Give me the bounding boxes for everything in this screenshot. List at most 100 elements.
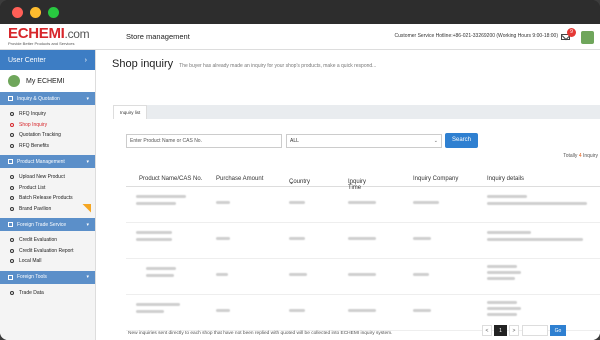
- pager-go-button[interactable]: Go: [550, 325, 566, 336]
- bullet-icon: [10, 185, 14, 190]
- bullet-icon: [10, 175, 14, 180]
- sidebar-item-quotation-tracking[interactable]: Quotation Tracking: [0, 130, 95, 141]
- section-label: Foreign Tools: [17, 274, 47, 280]
- sidebar-item-label: Batch Release Products: [19, 195, 73, 202]
- pager-page-1[interactable]: 1: [494, 325, 507, 336]
- totals-number: 4: [578, 153, 582, 159]
- sidebar-section-inquiry[interactable]: Inquiry & Quotation ▾: [0, 92, 95, 105]
- section-label: Product Management: [17, 158, 65, 165]
- sidebar-item-label: Quotation Tracking: [19, 132, 61, 139]
- totals-prefix: Totally: [563, 153, 578, 159]
- bullet-icon: [10, 238, 14, 243]
- sidebar-item-label: Product List: [19, 184, 46, 191]
- sidebar-item-trade-data[interactable]: Trade Data: [0, 288, 95, 299]
- table-row[interactable]: [126, 187, 600, 223]
- user-center-label: User Center: [8, 56, 46, 64]
- app-content: ECHEMI.com Provide Better Products and S…: [0, 24, 600, 340]
- totals-count: Totally 4 Inquiry: [563, 153, 598, 159]
- hotline-text: Customer Service Hotline:+86-021-3326920…: [394, 33, 558, 39]
- logo-suffix: .com: [64, 27, 90, 41]
- bullet-icon: [10, 259, 14, 264]
- avatar[interactable]: [581, 31, 594, 44]
- top-bar: ECHEMI.com Provide Better Products and S…: [0, 24, 600, 50]
- chevron-down-icon: ⌄: [289, 180, 295, 186]
- close-window-button[interactable]: [12, 6, 23, 18]
- col-inquiry-details: Inquiry details: [487, 176, 525, 182]
- chevron-down-icon: ⌄: [348, 180, 354, 186]
- bullet-icon: [10, 206, 14, 211]
- search-button[interactable]: Search: [445, 133, 478, 148]
- totals-suffix: Inquiry: [582, 153, 598, 159]
- tab-bar: Inquiry list: [113, 105, 600, 119]
- sidebar-item-shop-inquiry[interactable]: Shop Inquiry: [0, 120, 95, 131]
- sidebar-item-label: RFQ Benefits: [19, 142, 50, 149]
- table-row[interactable]: [126, 223, 600, 259]
- sidebar-item-batch-release[interactable]: Batch Release Products: [0, 193, 95, 204]
- page-description: The buyer has already made an inquiry fo…: [179, 63, 377, 69]
- tools-icon: [8, 274, 13, 280]
- minimize-window-button[interactable]: [30, 6, 41, 18]
- my-echemi-label: My ECHEMI: [26, 77, 65, 85]
- section-label: Inquiry & Quotation: [17, 95, 60, 102]
- echemi-logo[interactable]: ECHEMI.com Provide Better Products and S…: [0, 26, 96, 46]
- sidebar-item-brand-pavilion[interactable]: Brand Pavilion: [0, 203, 95, 215]
- sidebar-item-label: Shop Inquiry: [19, 121, 48, 128]
- search-input[interactable]: Enter Product Name or CAS No.: [126, 134, 282, 148]
- status-select[interactable]: ALL ⌄: [286, 134, 442, 148]
- col-purchase-amount: Purchase Amount: [216, 176, 264, 182]
- user-center-header[interactable]: User Center ›: [0, 50, 95, 70]
- sidebar-item-credit-report[interactable]: Credit Evaluation Report: [0, 246, 95, 257]
- sidebar-item-credit-evaluation[interactable]: Credit Evaluation: [0, 235, 95, 246]
- logo-tagline: Provide Better Products and Services: [8, 41, 75, 46]
- sidebar-section-foreign-tools[interactable]: Foreign Tools ▾: [0, 270, 95, 284]
- footnote-text: New inquiries sent directly to each shop…: [128, 331, 393, 336]
- trade-icon: [8, 222, 13, 227]
- sidebar-item-label: Credit Evaluation: [19, 237, 58, 244]
- notification-badge: 9: [567, 28, 576, 37]
- sidebar: User Center › My ECHEMI Inquiry & Quotat…: [0, 50, 96, 340]
- pager-page-input[interactable]: [522, 325, 548, 336]
- table-header: Product Name/CAS No. Purchase Amount Cou…: [126, 173, 600, 191]
- sidebar-section-product[interactable]: Product Management ▾: [0, 155, 95, 168]
- table-row[interactable]: [126, 259, 600, 295]
- sidebar-item-product-list[interactable]: Product List: [0, 183, 95, 194]
- bullet-icon: [10, 112, 14, 117]
- my-echemi-link[interactable]: My ECHEMI: [0, 70, 95, 92]
- sidebar-item-label: Upload New Product: [19, 174, 65, 181]
- select-value: ALL: [290, 138, 299, 144]
- sidebar-item-label: Brand Pavilion: [19, 205, 52, 212]
- chevron-down-icon: ▾: [86, 95, 89, 102]
- sidebar-item-label: RFQ Inquiry: [19, 111, 46, 118]
- maximize-window-button[interactable]: [48, 6, 59, 18]
- sidebar-item-rfq-benefits[interactable]: RFQ Benefits: [0, 141, 95, 152]
- pager-prev[interactable]: <: [482, 325, 492, 336]
- avatar: [8, 75, 20, 87]
- chevron-right-icon: ›: [84, 56, 87, 64]
- chevron-down-icon: ▾: [86, 221, 89, 228]
- bullet-icon: [10, 290, 14, 295]
- product-icon: [8, 159, 13, 164]
- main-panel: Shop inquiry The buyer has already made …: [96, 50, 600, 340]
- new-flag-icon: [82, 203, 91, 213]
- sidebar-item-label: Local Mall: [19, 258, 42, 265]
- sidebar-item-rfq-inquiry[interactable]: RFQ Inquiry: [0, 109, 95, 120]
- pager-next[interactable]: >: [509, 325, 519, 336]
- sidebar-section-foreign-trade[interactable]: Foreign Trade Service ▾: [0, 218, 95, 231]
- bullet-icon: [10, 143, 14, 148]
- chevron-down-icon: ▾: [86, 158, 89, 165]
- window-titlebar: [0, 0, 600, 24]
- section-label: Foreign Trade Service: [17, 221, 67, 228]
- col-inquiry-company: Inquiry Company: [413, 176, 459, 182]
- app-window: ECHEMI.com Provide Better Products and S…: [0, 0, 600, 340]
- bullet-icon: [10, 122, 14, 127]
- tab-inquiry-list[interactable]: Inquiry list: [113, 105, 148, 119]
- sidebar-item-upload-product[interactable]: Upload New Product: [0, 172, 95, 183]
- page-title: Shop inquiry: [112, 58, 174, 70]
- sidebar-item-local-mall[interactable]: Local Mall: [0, 256, 95, 267]
- inquiry-icon: [8, 96, 13, 101]
- sidebar-item-label: Credit Evaluation Report: [19, 247, 74, 254]
- section-title: Store management: [126, 32, 190, 41]
- chevron-down-icon: ⌄: [433, 138, 438, 144]
- chevron-down-icon: ▾: [86, 274, 89, 280]
- bullet-icon: [10, 248, 14, 253]
